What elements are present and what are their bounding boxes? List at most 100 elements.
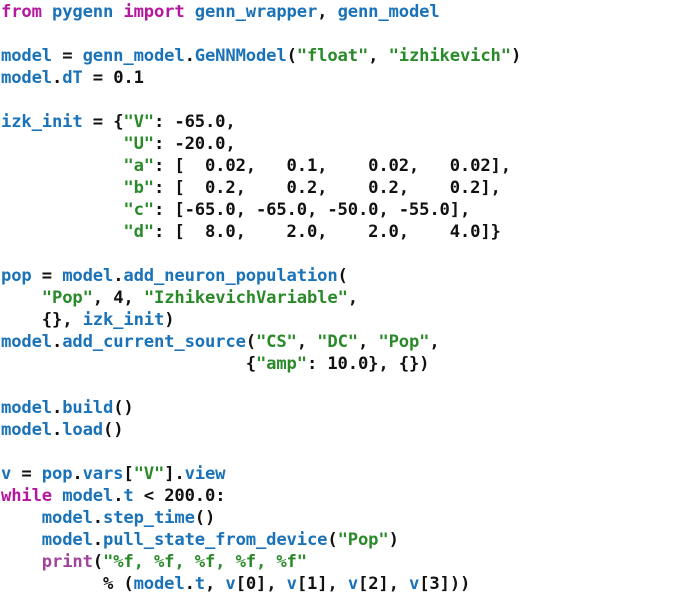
- code-token: ],: [378, 574, 410, 594]
- code-token: ,: [123, 288, 144, 308]
- code-token: =: [82, 112, 114, 132]
- code-token: ,: [500, 156, 511, 176]
- code-token: model: [133, 574, 185, 594]
- code-token: ,: [225, 112, 236, 132]
- code-token: 8.0, 2.0, 2.0, 4.0: [184, 222, 481, 242]
- code-token: ]: [480, 178, 491, 198]
- code-token: ]: [490, 156, 501, 176]
- code-token: v: [286, 574, 297, 594]
- code-line: model = genn_model.GeNNModel("float", "i…: [0, 45, 678, 67]
- code-token: model: [62, 486, 114, 506]
- code-token: :: [215, 486, 226, 506]
- code-token: "V": [123, 112, 154, 132]
- code-token: pop: [41, 464, 73, 484]
- code-token: genn_model: [337, 2, 440, 22]
- code-token: 3: [429, 574, 440, 594]
- code-token: ]: [449, 200, 460, 220]
- code-token: .: [52, 332, 63, 352]
- code-token: :: [153, 200, 175, 220]
- code-line: {}, izk_init): [0, 309, 678, 331]
- code-token: izk_init: [1, 112, 83, 132]
- code-token: "%f, %f, %f, %f, %f": [103, 552, 307, 572]
- code-token: vars: [82, 464, 124, 484]
- code-token: %: [102, 574, 124, 594]
- code-token: while: [1, 486, 63, 506]
- code-token: 0.1: [113, 68, 144, 88]
- code-token: ): [510, 46, 522, 66]
- code-line: {"amp": 10.0}, {}): [0, 353, 678, 375]
- code-token: :: [153, 156, 175, 176]
- code-token: v: [409, 574, 420, 594]
- code-token: (: [286, 46, 297, 66]
- code-token: .: [174, 464, 185, 484]
- code-token: ,: [459, 200, 471, 220]
- code-token: t: [123, 486, 134, 506]
- code-token: [: [419, 574, 430, 594]
- code-token: GeNNModel: [194, 46, 287, 66]
- code-token: {: [245, 354, 256, 374]
- code-token: (: [123, 574, 134, 594]
- code-line: "c": [-65.0, -65.0, -50.0, -55.0],: [0, 199, 678, 221]
- code-line: model.build(): [0, 397, 678, 419]
- code-token: "Pop": [337, 530, 389, 550]
- code-token: =: [82, 68, 114, 88]
- code-line: % (model.t, v[0], v[1], v[2], v[3])): [0, 573, 678, 595]
- code-token: model: [1, 68, 52, 88]
- code-token: ,: [296, 332, 318, 352]
- code-line: "Pop", 4, "IzhikevichVariable",: [0, 287, 678, 309]
- code-token: v: [225, 574, 236, 594]
- code-token: =: [11, 464, 42, 484]
- code-token: "U": [123, 134, 154, 154]
- code-token: "Pop": [378, 332, 430, 352]
- code-token: 10.0: [327, 354, 369, 374]
- code-token: -65.0, -65.0, -50.0, -55.0: [184, 200, 450, 220]
- code-token: ,: [317, 2, 338, 22]
- code-line: "U": -20.0,: [0, 133, 678, 155]
- code-token: model: [62, 266, 114, 286]
- code-token: ,: [205, 574, 226, 594]
- code-line: pop = model.add_neuron_population(: [0, 265, 678, 287]
- code-token: [: [296, 574, 308, 594]
- code-token: [: [174, 222, 185, 242]
- code-token: (): [103, 420, 124, 440]
- code-token: {},: [41, 310, 83, 330]
- code-token: (): [194, 508, 216, 528]
- code-token: "Pop": [41, 288, 93, 308]
- code-token: "V": [133, 464, 165, 484]
- code-token: ,: [347, 288, 358, 308]
- code-token: ): [164, 310, 175, 330]
- code-token: step_time: [103, 508, 195, 528]
- code-line: "a": [ 0.02, 0.1, 0.02, 0.02],: [0, 155, 678, 177]
- code-token: "IzhikevichVariable": [143, 288, 348, 308]
- code-token: (: [327, 530, 338, 550]
- code-line: while model.t < 200.0:: [0, 485, 678, 507]
- code-listing: from pygenn import genn_wrapper, genn_mo…: [0, 1, 678, 598]
- code-line: "b": [ 0.2, 0.2, 0.2, 0.2],: [0, 177, 678, 199]
- code-token: ): [388, 530, 399, 550]
- code-token: "c": [123, 200, 154, 220]
- code-token: "amp": [255, 354, 307, 374]
- code-token: [: [235, 574, 246, 594]
- code-token: pygenn: [52, 2, 114, 22]
- code-token: }, {}): [368, 354, 430, 374]
- code-token: model: [41, 530, 93, 550]
- code-token: .: [92, 530, 103, 550]
- code-token: 0.02, 0.1, 0.02, 0.02: [184, 156, 491, 176]
- code-token: ],: [317, 574, 348, 594]
- code-token: view: [184, 464, 226, 484]
- code-token: model: [41, 508, 93, 528]
- code-token: ])): [439, 574, 471, 594]
- code-token: ]: [164, 464, 175, 484]
- code-token: model: [1, 46, 52, 66]
- code-token: "CS": [255, 332, 297, 352]
